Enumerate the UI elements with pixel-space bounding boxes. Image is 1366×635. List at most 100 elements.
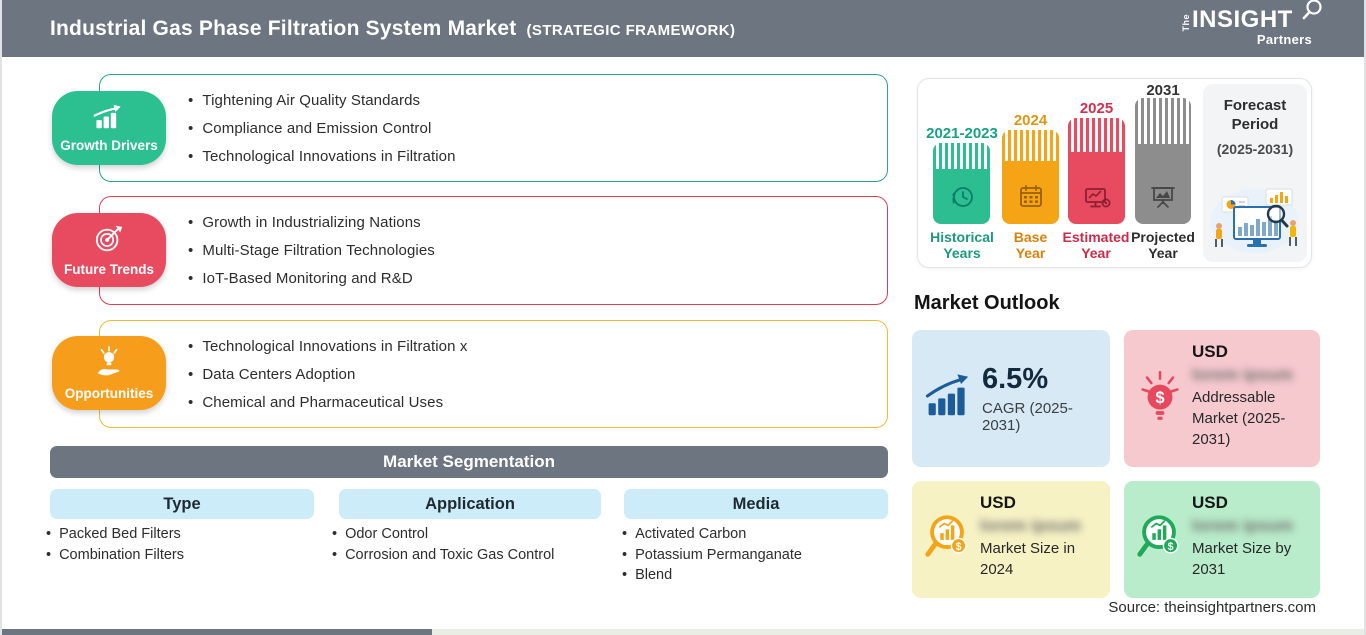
future-trends-badge: Future Trends bbox=[52, 213, 166, 287]
list-item: Technological Innovations in Filtration bbox=[188, 148, 456, 165]
bar-solid bbox=[1135, 144, 1191, 224]
clock-history-icon bbox=[948, 183, 976, 216]
segment-column-type: Type bbox=[50, 489, 314, 519]
magnifier-chart-dollar-icon: $ bbox=[1134, 511, 1186, 580]
list-item: Compliance and Emission Control bbox=[188, 120, 456, 137]
bar-solid bbox=[933, 169, 990, 224]
forecast-range: (2025-2031) bbox=[1216, 141, 1294, 157]
card-label: Addressable Market (2025-2031) bbox=[1192, 389, 1286, 448]
header: Industrial Gas Phase Filtration System M… bbox=[2, 0, 1364, 57]
year-label: 2024 bbox=[1013, 112, 1048, 129]
future-trends-list: Growth in Industrializing Nations Multi-… bbox=[188, 197, 435, 304]
bar-caption: Projected Year bbox=[1131, 229, 1195, 261]
list-item: Data Centers Adoption bbox=[188, 366, 467, 383]
cagr-growth-icon bbox=[925, 374, 973, 423]
badge-label: Opportunities bbox=[64, 385, 154, 401]
opportunities-list: Technological Innovations in Filtration … bbox=[188, 321, 467, 427]
currency-label: USD bbox=[1192, 493, 1228, 512]
projected-year-bar bbox=[1135, 98, 1191, 224]
column-label: Type bbox=[163, 494, 201, 513]
year-label: 2021-2023 bbox=[926, 125, 998, 142]
logo-the: The bbox=[1181, 14, 1191, 32]
svg-text:$: $ bbox=[956, 541, 962, 553]
list-item: Tightening Air Quality Standards bbox=[188, 92, 456, 109]
page-title: Industrial Gas Phase Filtration System M… bbox=[50, 16, 517, 40]
list-item: Packed Bed Filters bbox=[46, 524, 326, 545]
growth-drivers-list: Tightening Air Quality Standards Complia… bbox=[188, 75, 456, 181]
bulb-dollar-icon: $ bbox=[1138, 370, 1182, 450]
footer-strip-dark bbox=[2, 629, 432, 635]
growth-drivers-box: Tightening Air Quality Standards Complia… bbox=[99, 74, 888, 182]
addressable-market-card: $ USD lorem ipsum Addressable Market (20… bbox=[1124, 330, 1320, 467]
forecast-illustration bbox=[1206, 181, 1304, 260]
bulb-hand-icon bbox=[92, 345, 126, 383]
svg-text:$: $ bbox=[1168, 541, 1174, 553]
market-size-2031-card: $ USD lorem ipsum Market Size by 2031 bbox=[1124, 481, 1320, 598]
blurred-market-value: lorem ipsum bbox=[980, 516, 1082, 535]
footer-strip-light bbox=[432, 629, 1364, 635]
list-item: Odor Control bbox=[332, 524, 622, 545]
badge-label: Future Trends bbox=[63, 261, 154, 277]
estimate-analytics-icon bbox=[1082, 183, 1112, 216]
card-label: Market Size by 2031 bbox=[1192, 540, 1292, 578]
column-label: Application bbox=[425, 494, 515, 513]
cagr-value: 6.5% bbox=[982, 363, 1049, 395]
column-label: Media bbox=[732, 494, 780, 513]
list-item: Technological Innovations in Filtration … bbox=[188, 338, 467, 355]
segment-column-media: Media bbox=[624, 489, 888, 519]
blurred-market-value: lorem ipsum bbox=[1192, 365, 1294, 384]
cagr-card: 6.5% CAGR (2025-2031) bbox=[912, 330, 1110, 467]
bar-solid bbox=[1002, 161, 1059, 224]
card-label: Market Size in 2024 bbox=[980, 540, 1076, 578]
list-item: Multi-Stage Filtration Technologies bbox=[188, 242, 435, 259]
year-label: 2031 bbox=[1146, 82, 1180, 99]
market-outlook-title: Market Outlook bbox=[914, 292, 1060, 314]
list-item: Corrosion and Toxic Gas Control bbox=[332, 545, 622, 566]
year-label: 2025 bbox=[1079, 100, 1114, 117]
logo-partners: Partners bbox=[1256, 32, 1312, 47]
page-subtitle: (STRATEGIC FRAMEWORK) bbox=[526, 21, 736, 39]
magnifier-chart-dollar-icon: $ bbox=[922, 511, 974, 580]
growth-drivers-badge: Growth Drivers bbox=[52, 91, 166, 165]
bar-stripes bbox=[933, 143, 990, 169]
forecast-period-panel: Forecast Period (2025-2031) bbox=[1203, 84, 1307, 262]
estimated-year-bar bbox=[1068, 118, 1125, 224]
list-item: Activated Carbon bbox=[622, 524, 902, 545]
svg-text:$: $ bbox=[1155, 389, 1164, 407]
bar-caption: Estimated Year bbox=[1062, 229, 1130, 261]
list-item: Potassium Permanganate bbox=[622, 545, 902, 566]
infographic-root: Industrial Gas Phase Filtration System M… bbox=[0, 0, 1366, 635]
blurred-market-value: lorem ipsum bbox=[1192, 516, 1294, 535]
currency-label: USD bbox=[1192, 342, 1228, 361]
list-item: Combination Filters bbox=[46, 545, 326, 566]
forecast-title: Forecast Period bbox=[1223, 97, 1287, 133]
future-trends-box: Growth in Industrializing Nations Multi-… bbox=[99, 196, 888, 305]
target-icon bbox=[93, 224, 125, 259]
projection-screen-icon bbox=[1149, 183, 1177, 216]
list-item: Chemical and Pharmaceutical Uses bbox=[188, 394, 467, 411]
opportunities-badge: Opportunities bbox=[52, 336, 166, 410]
application-items: Odor Control Corrosion and Toxic Gas Con… bbox=[332, 524, 622, 565]
list-item: Growth in Industrializing Nations bbox=[188, 214, 435, 231]
list-item: Blend bbox=[622, 565, 902, 586]
market-segmentation-header: Market Segmentation bbox=[50, 446, 888, 478]
segment-column-application: Application bbox=[339, 489, 601, 519]
segmentation-title: Market Segmentation bbox=[383, 452, 555, 471]
currency-label: USD bbox=[980, 493, 1016, 512]
source-credit: Source: theinsightpartners.com bbox=[1108, 599, 1316, 616]
media-items: Activated Carbon Potassium Permanganate … bbox=[622, 524, 902, 586]
growth-chart-icon bbox=[91, 103, 127, 135]
list-item: IoT-Based Monitoring and R&D bbox=[188, 270, 435, 287]
opportunities-box: Technological Innovations in Filtration … bbox=[99, 320, 888, 428]
insight-partners-logo: The INSIGHT Partners bbox=[1181, 0, 1322, 47]
market-size-2024-card: $ USD lorem ipsum Market Size in 2024 bbox=[912, 481, 1110, 598]
bar-stripes bbox=[1068, 118, 1125, 152]
type-items: Packed Bed Filters Combination Filters bbox=[46, 524, 326, 565]
historical-years-bar bbox=[933, 143, 990, 224]
bar-solid bbox=[1068, 152, 1125, 224]
badge-label: Growth Drivers bbox=[60, 138, 158, 153]
logo-insight: INSIGHT bbox=[1192, 6, 1293, 33]
cagr-label: CAGR (2025-2031) bbox=[982, 400, 1073, 434]
magnifier-icon bbox=[1300, 0, 1324, 28]
bar-caption: Historical Years bbox=[930, 229, 994, 261]
